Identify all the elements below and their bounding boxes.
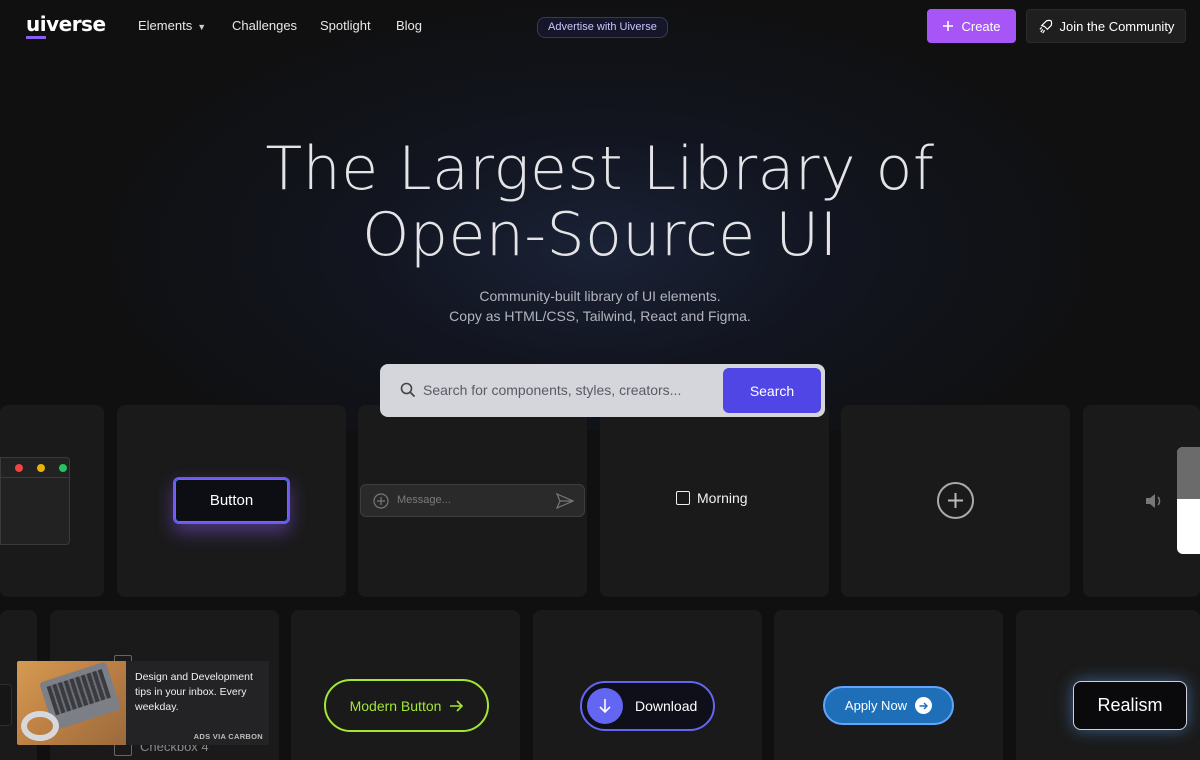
hero-subtitle: Community-built library of UI elements. … — [449, 288, 751, 324]
maximize-dot — [59, 464, 67, 472]
toggle-widget[interactable] — [1177, 447, 1200, 554]
card-apply[interactable] — [774, 610, 1003, 760]
plus-icon — [943, 21, 954, 31]
window-mockup — [0, 457, 70, 545]
search-input[interactable] — [423, 380, 713, 400]
ads-via-carbon[interactable]: ADS VIA CARBON — [194, 732, 263, 741]
message-input[interactable]: Message... — [360, 484, 585, 517]
search-bar: Search — [380, 364, 825, 417]
nav-spotlight[interactable]: Spotlight — [320, 18, 371, 33]
minimize-dot — [37, 464, 45, 472]
headphones-image — [21, 711, 59, 741]
modern-button[interactable]: Modern Button — [324, 679, 489, 732]
realism-button[interactable]: Realism — [1073, 681, 1187, 730]
arrow-right-circle-icon — [915, 697, 933, 714]
carbon-ad[interactable]: Design and Development tips in your inbo… — [17, 661, 269, 745]
hero-title: The Largest Library of Open-Source UI — [265, 134, 935, 270]
search-icon — [400, 382, 416, 398]
nav-elements[interactable]: Elements ▼ — [138, 18, 206, 33]
send-icon — [556, 493, 574, 509]
ad-edge — [0, 684, 12, 726]
download-button[interactable]: Download — [580, 681, 715, 731]
chevron-down-icon: ▼ — [197, 22, 207, 32]
ad-image — [17, 661, 126, 745]
arrow-right-icon — [450, 699, 464, 712]
add-circle-icon — [373, 493, 389, 509]
close-dot — [15, 464, 23, 472]
nav-challenges[interactable]: Challenges — [232, 18, 297, 33]
rocket-icon — [1038, 19, 1052, 33]
neon-button[interactable]: Button — [173, 477, 290, 524]
search-button[interactable]: Search — [723, 368, 821, 413]
morning-checkbox[interactable] — [676, 491, 690, 505]
join-community-button[interactable]: Join the Community — [1026, 9, 1186, 43]
create-button[interactable]: Create — [927, 9, 1016, 43]
morning-checkbox-label: Morning — [697, 490, 748, 506]
advertise-badge[interactable]: Advertise with Uiverse — [537, 17, 668, 38]
apply-now-button[interactable]: Apply Now — [823, 686, 954, 725]
top-navbar: uiverse Elements ▼ Challenges Spotlight B… — [0, 0, 1200, 52]
ad-text: Design and Development tips in your inbo… — [135, 671, 253, 713]
download-arrow-icon — [587, 688, 623, 724]
volume-icon[interactable] — [1144, 492, 1164, 510]
nav-blog[interactable]: Blog — [396, 18, 422, 33]
plus-circle-icon[interactable] — [937, 482, 974, 519]
uiverse-logo[interactable]: uiverse — [26, 12, 106, 39]
